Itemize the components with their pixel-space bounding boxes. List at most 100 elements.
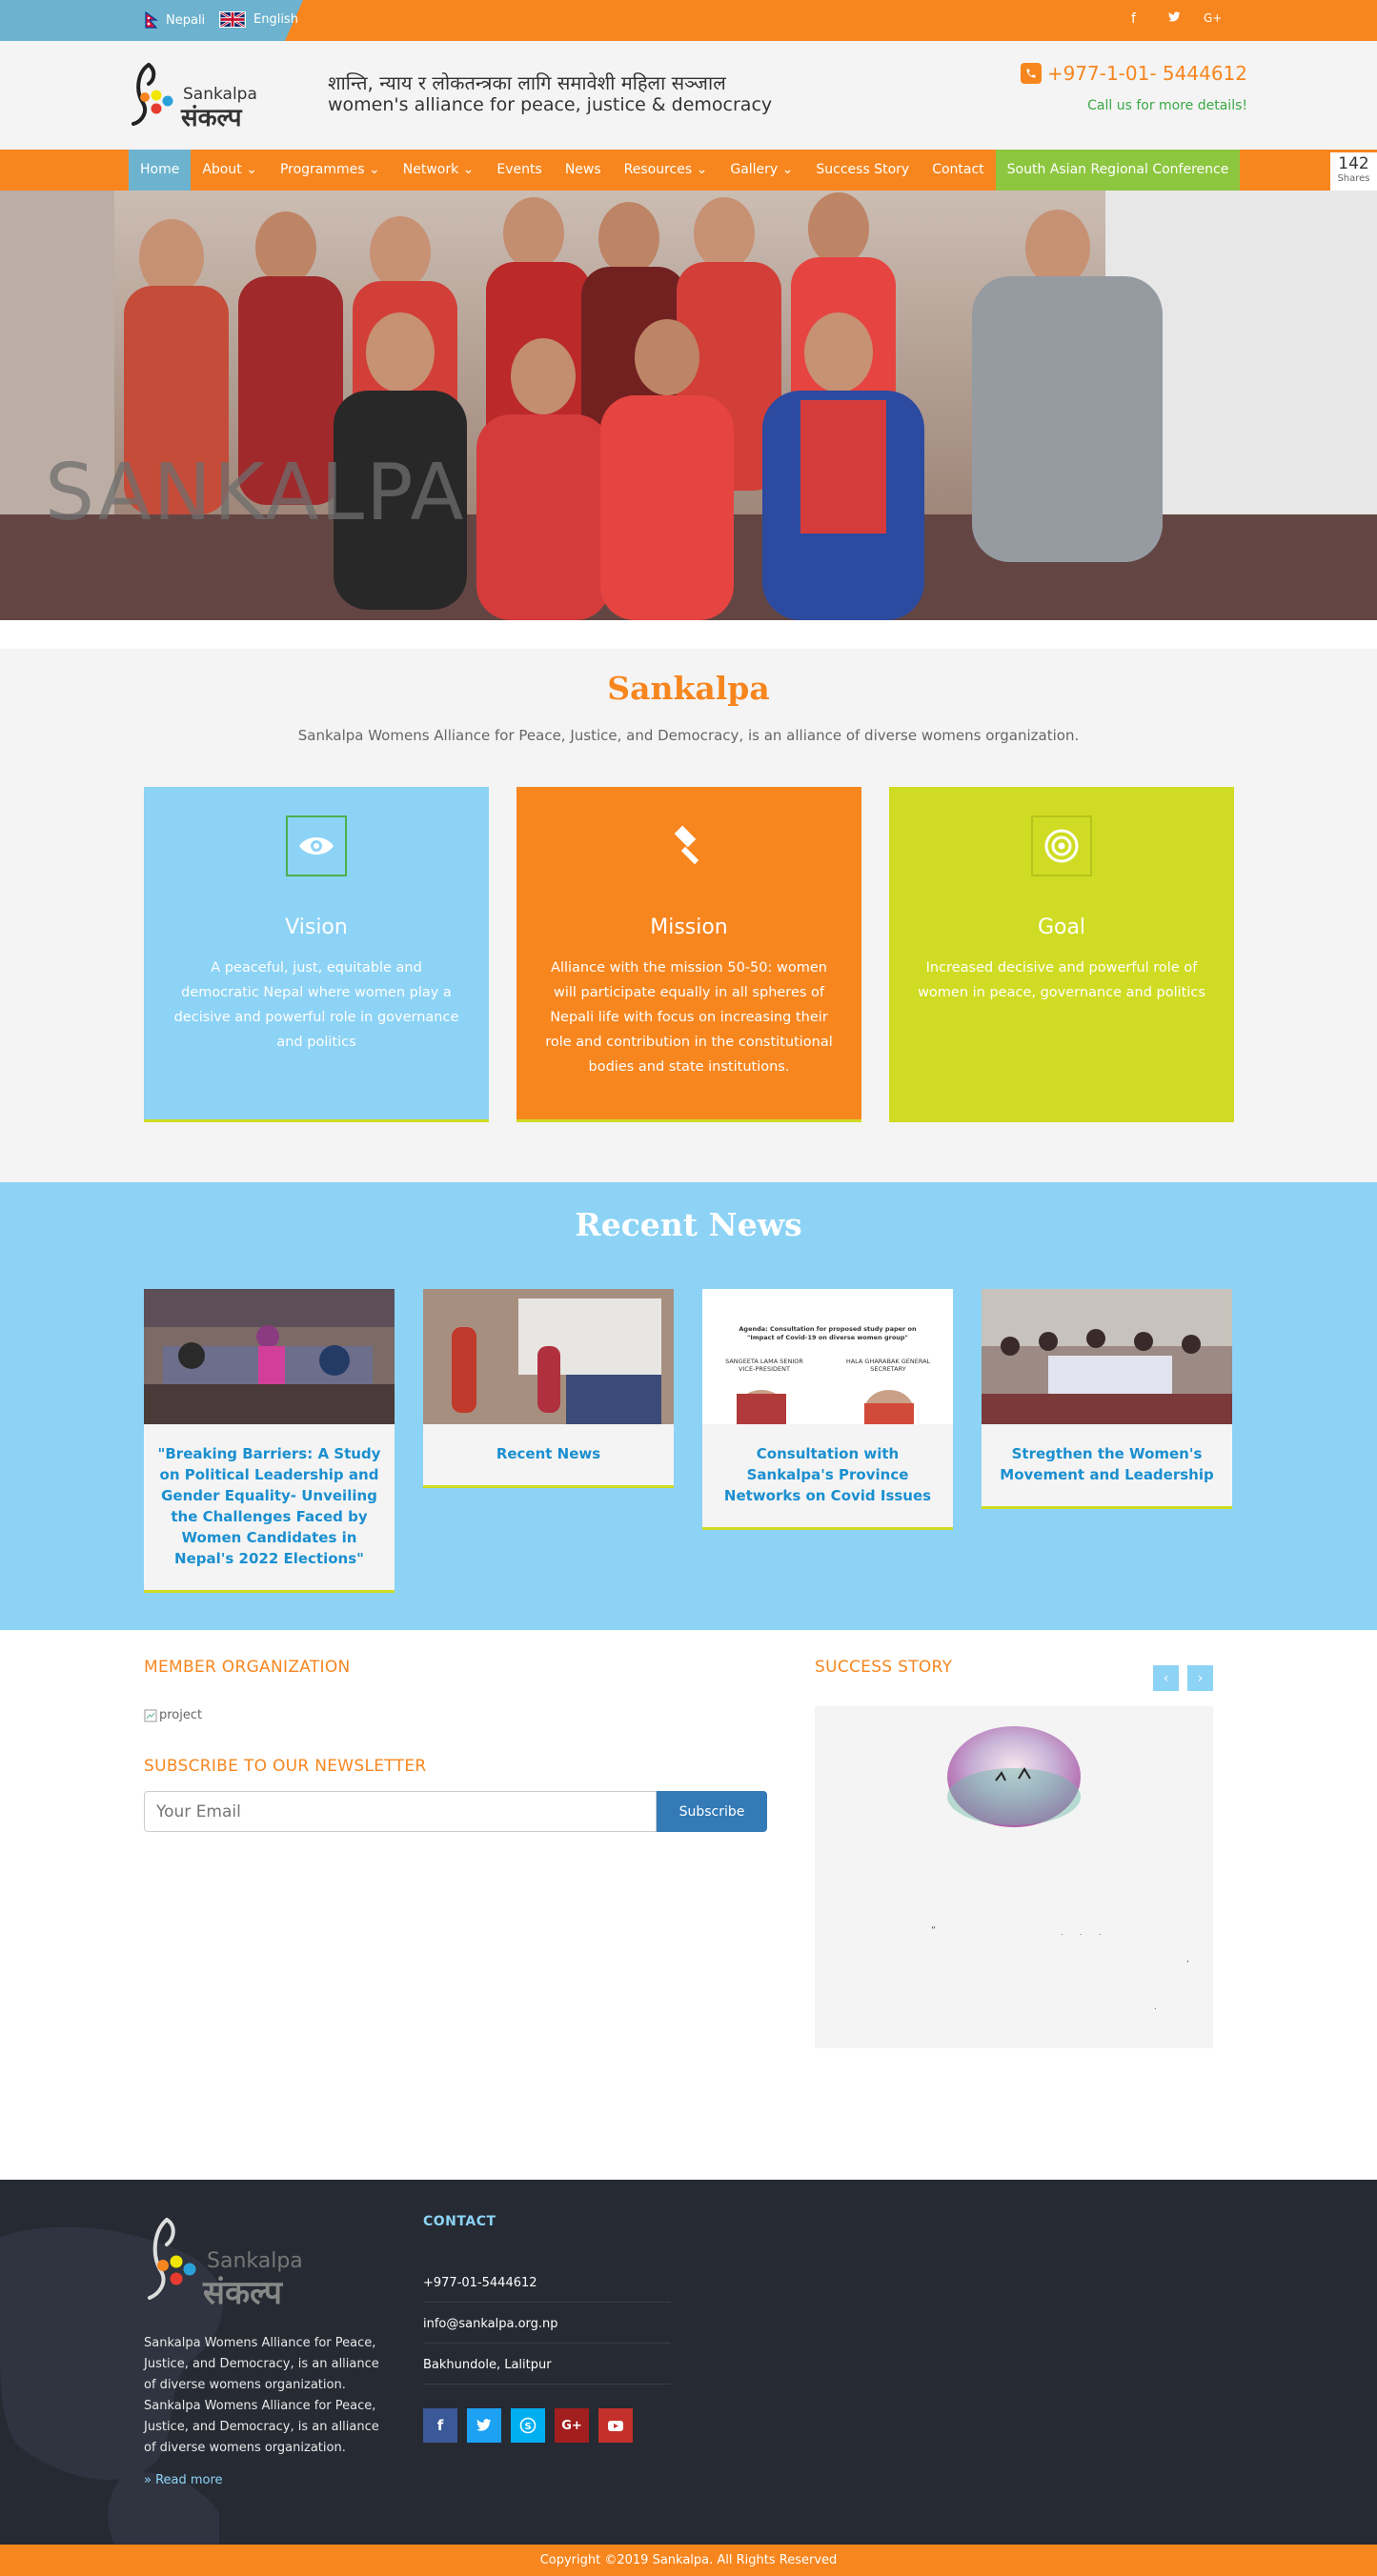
- about-subtitle: Sankalpa Womens Alliance for Peace, Just…: [297, 727, 1080, 744]
- eye-icon: [286, 815, 347, 876]
- news-title[interactable]: Stregthen the Women's Movement and Leade…: [982, 1424, 1232, 1506]
- nav-gallery[interactable]: Gallery ⌄: [719, 150, 804, 191]
- news-title[interactable]: Recent News: [423, 1424, 674, 1485]
- lang-nepali-label: Nepali: [166, 12, 206, 28]
- uk-flag-icon: [219, 11, 246, 28]
- nav-events[interactable]: Events: [485, 150, 553, 191]
- nepal-flag-icon: [145, 11, 158, 29]
- goal-card: Goal Increased decisive and powerful rol…: [889, 787, 1234, 1122]
- footer-read-more-link[interactable]: » Read more: [144, 2473, 223, 2487]
- lang-english-link[interactable]: English: [219, 11, 298, 28]
- nav-contact[interactable]: Contact: [921, 150, 995, 191]
- news-title[interactable]: "Breaking Barriers: A Study on Political…: [144, 1424, 395, 1590]
- group-photo: [0, 191, 1377, 620]
- broken-image-icon: [144, 1709, 157, 1721]
- nav-about[interactable]: About ⌄: [191, 150, 269, 191]
- hero-title: SANKALPA: [45, 448, 466, 538]
- target-icon: [1031, 815, 1092, 876]
- footer-google-plus-icon[interactable]: G+: [555, 2408, 589, 2443]
- facebook-icon[interactable]: f: [1131, 11, 1136, 27]
- news-card[interactable]: Recent News: [423, 1289, 674, 1488]
- footer-youtube-icon[interactable]: [598, 2408, 633, 2443]
- recent-news-section: Recent News "Breaking Barriers: A Study …: [0, 1182, 1377, 1630]
- footer-phone: +977-01-5444612: [423, 2276, 671, 2303]
- news-card[interactable]: "Breaking Barriers: A Study on Political…: [144, 1289, 395, 1593]
- call-us-text: Call us for more details!: [1087, 98, 1247, 113]
- recent-news-title: Recent News: [575, 1206, 802, 1243]
- share-count: 142 Shares: [1330, 152, 1377, 192]
- copyright-bar: Copyright ©2019 Sankalpa. All Rights Res…: [0, 2545, 1377, 2576]
- vision-title: Vision: [285, 916, 348, 939]
- newsletter-title: SUBSCRIBE TO OUR NEWSLETTER: [144, 1757, 427, 1776]
- success-story-image: “ . . . , .: [931, 1726, 1189, 2011]
- svg-text:.: .: [1099, 1928, 1102, 1937]
- subscribe-button[interactable]: Subscribe: [657, 1791, 767, 1832]
- svg-text:.: .: [1080, 1928, 1083, 1937]
- lang-english-label: English: [253, 12, 298, 27]
- header-phone-number: +977-1-01- 5444612: [1046, 62, 1247, 85]
- nav-news[interactable]: News: [554, 150, 613, 191]
- news-image: [982, 1289, 1232, 1424]
- news-card[interactable]: Agenda: Consultation for proposed study …: [702, 1289, 953, 1530]
- about-section: Sankalpa Sankalpa Womens Alliance for Pe…: [0, 649, 1377, 1182]
- about-title: Sankalpa: [607, 670, 770, 707]
- tagline-nepali: शान्ति, न्याय र लोकतन्त्रका लागि समावेशी…: [328, 71, 726, 94]
- svg-text:Sankalpa: Sankalpa: [183, 85, 257, 104]
- svg-text:S: S: [525, 2422, 532, 2432]
- news-image: [144, 1289, 395, 1424]
- svg-text:,: ,: [1186, 1955, 1189, 1964]
- mission-card: Mission Alliance with the mission 50-50:…: [516, 787, 861, 1122]
- footer-address: Bakhundole, Lalitpur: [423, 2358, 671, 2385]
- header-phone[interactable]: +977-1-01- 5444612: [1020, 62, 1247, 85]
- footer-logo[interactable]: Sankalpa संकल्प: [144, 2212, 334, 2317]
- success-story-title: SUCCESS STORY: [815, 1658, 953, 1677]
- nav-items: Home About ⌄ Programmes ⌄ Network ⌄ Even…: [129, 150, 1241, 191]
- nav-home[interactable]: Home: [129, 150, 192, 191]
- mission-title: Mission: [650, 916, 728, 939]
- svg-text:संकल्प: संकल्प: [202, 2274, 284, 2312]
- chevron-down-icon: ⌄: [462, 162, 475, 177]
- nav-resources[interactable]: Resources ⌄: [613, 150, 719, 191]
- top-bar: Nepali English f G+: [0, 0, 1377, 41]
- svg-text:Sankalpa: Sankalpa: [207, 2249, 303, 2273]
- site-header: Sankalpa संकल्प शान्ति, न्याय र लोकतन्त्…: [0, 41, 1377, 150]
- footer-facebook-icon[interactable]: f: [423, 2408, 457, 2443]
- tagline-english: women's alliance for peace, justice & de…: [328, 94, 773, 115]
- site-footer: Sankalpa संकल्प Sankalpa Womens Alliance…: [0, 2180, 1377, 2545]
- chevron-down-icon: ⌄: [696, 162, 708, 177]
- success-next-button[interactable]: ›: [1187, 1665, 1213, 1691]
- chevron-down-icon: ⌄: [246, 162, 257, 177]
- success-story-slide: “ . . . , .: [815, 1706, 1213, 2048]
- lang-nepali-link[interactable]: Nepali: [145, 11, 205, 29]
- news-title[interactable]: Consultation with Sankalpa's Province Ne…: [702, 1424, 953, 1527]
- footer-skype-icon[interactable]: S: [511, 2408, 545, 2443]
- newsletter-email-input[interactable]: [144, 1791, 657, 1832]
- goal-text: Increased decisive and powerful role of …: [918, 960, 1205, 1000]
- google-plus-icon[interactable]: G+: [1204, 11, 1222, 25]
- goal-title: Goal: [1037, 916, 1086, 939]
- mission-text: Alliance with the mission 50-50: women w…: [545, 960, 833, 1075]
- member-project-image: project: [144, 1708, 202, 1722]
- member-organization-title: MEMBER ORGANIZATION: [144, 1658, 351, 1677]
- footer-contact-title: CONTACT: [423, 2214, 496, 2229]
- nav-south-asian-conference[interactable]: South Asian Regional Conference: [995, 150, 1241, 191]
- news-image: [423, 1289, 674, 1424]
- vision-card: Vision A peaceful, just, equitable and d…: [144, 787, 489, 1122]
- news-card[interactable]: Stregthen the Women's Movement and Leade…: [982, 1289, 1232, 1509]
- footer-email[interactable]: info@sankalpa.org.np: [423, 2317, 671, 2344]
- twitter-icon[interactable]: [1168, 11, 1181, 27]
- success-prev-button[interactable]: ‹: [1153, 1665, 1179, 1691]
- chevron-down-icon: ⌄: [781, 162, 794, 177]
- nav-programmes[interactable]: Programmes ⌄: [269, 150, 392, 191]
- vision-text: A peaceful, just, equitable and democrat…: [173, 960, 459, 1050]
- hero-banner: SANKALPA: [0, 191, 1377, 620]
- footer-about-text: Sankalpa Womens Alliance for Peace, Just…: [144, 2336, 379, 2455]
- sankalpa-logo[interactable]: Sankalpa संकल्प: [128, 55, 271, 133]
- svg-text:.: .: [1061, 1928, 1063, 1937]
- nav-network[interactable]: Network ⌄: [392, 150, 486, 191]
- svg-text:“: “: [931, 1925, 936, 1936]
- footer-twitter-icon[interactable]: [467, 2408, 501, 2443]
- nav-success-story[interactable]: Success Story: [804, 150, 921, 191]
- news-image: Agenda: Consultation for proposed study …: [702, 1289, 953, 1424]
- phone-icon: [1020, 63, 1042, 84]
